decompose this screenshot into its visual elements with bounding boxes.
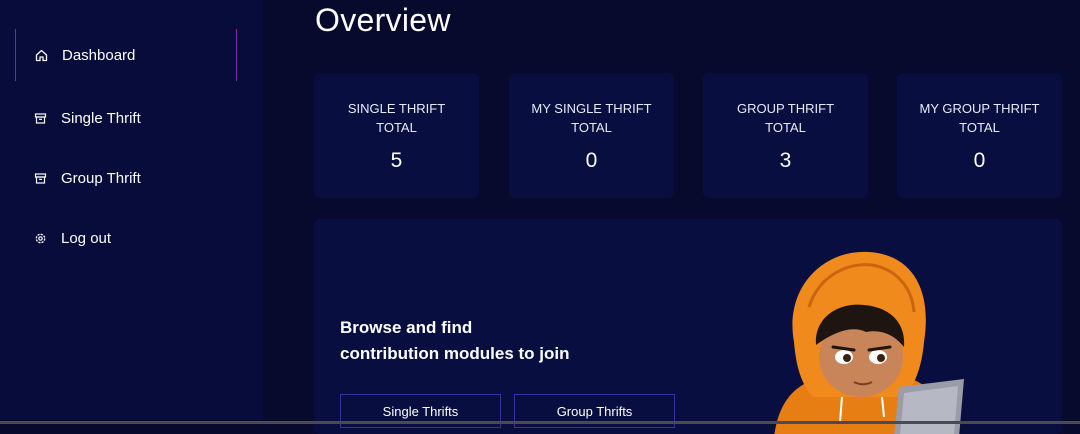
stat-card-my-group-thrift-total: MY GROUP THRIFT TOTAL 0 <box>897 73 1062 198</box>
archive-icon <box>33 111 47 125</box>
stat-label: MY GROUP THRIFT TOTAL <box>919 101 1040 135</box>
promo-heading: Browse and find contribution modules to … <box>340 315 640 367</box>
sidebar-item-label: Dashboard <box>62 46 136 64</box>
gear-icon <box>33 231 47 245</box>
stat-label: MY SINGLE THRIFT TOTAL <box>531 101 652 135</box>
promo-heading-line1: Browse and find <box>340 318 473 337</box>
stat-value: 0 <box>973 149 986 172</box>
stat-card-single-thrift-total: SINGLE THRIFT TOTAL 5 <box>314 73 479 198</box>
stat-value: 5 <box>390 149 403 172</box>
sidebar-item-single-thrift[interactable]: Single Thrift <box>15 92 237 144</box>
sidebar-item-label: Single Thrift <box>61 109 141 127</box>
sidebar-item-label: Log out <box>61 229 112 247</box>
stat-value: 3 <box>779 149 792 172</box>
stat-label: GROUP THRIFT TOTAL <box>736 101 835 135</box>
stat-card-group-thrift-total: GROUP THRIFT TOTAL 3 <box>703 73 868 198</box>
archive-icon <box>33 171 47 185</box>
stat-value: 0 <box>585 149 598 172</box>
page-title: Overview <box>315 2 451 38</box>
hooded-boy-laptop-illustration <box>774 251 964 434</box>
sidebar-item-group-thrift[interactable]: Group Thrift <box>15 152 237 204</box>
stat-label: SINGLE THRIFT TOTAL <box>347 101 446 135</box>
main-content: Overview SINGLE THRIFT TOTAL 5 MY SINGLE… <box>263 0 1080 434</box>
stat-card-my-single-thrift-total: MY SINGLE THRIFT TOTAL 0 <box>509 73 674 198</box>
promo-heading-line2: contribution modules to join <box>340 344 570 363</box>
sidebar: Dashboard Single Thrift Group Thrift Log… <box>0 0 263 424</box>
sidebar-item-dashboard[interactable]: Dashboard <box>15 29 237 81</box>
sidebar-item-label: Group Thrift <box>61 169 141 187</box>
home-icon <box>34 48 48 62</box>
sidebar-item-log-out[interactable]: Log out <box>15 212 237 264</box>
promo-banner: Browse and find contribution modules to … <box>314 219 1062 434</box>
